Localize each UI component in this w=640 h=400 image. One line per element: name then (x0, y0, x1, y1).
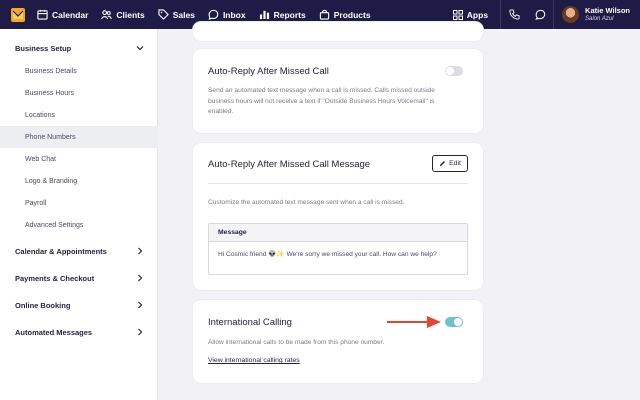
sidebar-section-payments-checkout[interactable]: Payments & Checkout (0, 265, 158, 292)
chat-icon (534, 9, 545, 20)
apps-button[interactable]: Apps (452, 9, 500, 20)
sidebar-item-label: Payroll (25, 199, 47, 207)
sidebar-item-label: Business Details (25, 67, 77, 75)
nav-reports-label: Reports (273, 9, 306, 20)
international-calling-card: International Calling Allow internationa… (193, 300, 483, 383)
sidebar-item-business-hours[interactable]: Business Hours (0, 82, 158, 104)
reports-icon (259, 10, 269, 20)
phone-icon (509, 9, 520, 20)
sidebar-item-label: Logo & Branding (25, 177, 78, 185)
sidebar-item-advanced-settings[interactable]: Advanced Settings (0, 214, 158, 236)
sidebar-item-label: Locations (25, 111, 55, 119)
nav-sales-label: Sales (172, 9, 195, 20)
user-info: Katie Wilson Salon Azul (585, 6, 630, 24)
sidebar-item-business-details[interactable]: Business Details (0, 60, 158, 82)
chevron-right-icon (138, 274, 143, 282)
sidebar-item-label: Web Chat (25, 155, 56, 163)
auto-reply-desc-line: Send an automated text message when a ca… (208, 87, 435, 94)
app-logo-icon[interactable] (11, 7, 25, 22)
auto-reply-message-card: Auto-Reply After Missed Call Message Edi… (193, 143, 483, 290)
auto-reply-title: Auto-Reply After Missed Call (208, 66, 329, 77)
sales-tag-icon (158, 9, 169, 20)
pencil-icon (440, 161, 446, 167)
chevron-right-icon (138, 247, 143, 255)
nav-products-label: Products (333, 9, 371, 20)
auto-reply-card: Auto-Reply After Missed Call Send an aut… (193, 49, 483, 133)
sidebar-item-label: Business Hours (25, 89, 75, 97)
inbox-icon (208, 9, 219, 20)
chevron-down-icon (136, 46, 144, 51)
chat-button[interactable] (527, 0, 553, 29)
sidebar-section-label: Online Booking (15, 301, 71, 310)
user-name: Katie Wilson (585, 5, 630, 15)
user-business: Salon Azul (585, 15, 614, 22)
nav-calendar-label: Calendar (52, 9, 89, 20)
annotation-arrow-icon (387, 316, 441, 328)
edit-message-button[interactable]: Edit (432, 155, 468, 172)
nav-inbox-label: Inbox (222, 9, 246, 20)
apps-label: Apps (466, 9, 489, 20)
sidebar-section-online-booking[interactable]: Online Booking (0, 292, 158, 319)
sidebar-item-label: Advanced Settings (25, 221, 84, 229)
nav-inbox[interactable]: Inbox (208, 9, 246, 20)
sidebar-section-calendar-appointments[interactable]: Calendar & Appointments (0, 238, 158, 265)
nav-clients-label: Clients (116, 9, 145, 20)
phone-button[interactable] (501, 0, 527, 29)
previous-settings-card (193, 22, 483, 41)
settings-sidebar: Business Setup Business Details Business… (0, 29, 158, 400)
nav-sales[interactable]: Sales (158, 9, 195, 20)
international-calling-description: Allow international calls to be made fro… (208, 339, 385, 346)
toggle-knob (446, 67, 454, 75)
sidebar-section-label: Business Setup (15, 44, 72, 53)
avatar (562, 6, 580, 23)
chevron-right-icon (138, 328, 143, 336)
sidebar-item-locations[interactable]: Locations (0, 104, 158, 126)
nav-reports[interactable]: Reports (259, 9, 306, 20)
sidebar-section-automated-messages[interactable]: Automated Messages (0, 319, 158, 346)
auto-reply-description: Send an automated text message when a ca… (208, 86, 435, 118)
message-header: Message (209, 224, 467, 242)
calling-rates-link[interactable]: View international calling rates (208, 357, 300, 364)
sidebar-item-label: Phone Numbers (25, 133, 76, 141)
auto-reply-message-title: Auto-Reply After Missed Call Message (208, 159, 371, 170)
sidebar-section-label: Calendar & Appointments (15, 247, 107, 256)
sidebar-item-phone-numbers[interactable]: Phone Numbers (0, 126, 158, 148)
auto-reply-message-description: Customize the automated text message sen… (208, 199, 405, 206)
edit-label: Edit (449, 160, 461, 167)
sidebar-section-label: Payments & Checkout (15, 274, 95, 283)
nav-products[interactable]: Products (319, 9, 371, 20)
message-body: Hi Cosmic friend 👽✨ We're sorry we misse… (218, 251, 437, 258)
international-calling-title: International Calling (208, 317, 292, 328)
sidebar-item-payroll[interactable]: Payroll (0, 192, 158, 214)
sidebar-item-web-chat[interactable]: Web Chat (0, 148, 158, 170)
products-bag-icon (319, 9, 329, 20)
sidebar-section-label: Automated Messages (15, 328, 93, 337)
auto-reply-toggle[interactable] (445, 66, 463, 76)
sidebar-item-logo-branding[interactable]: Logo & Branding (0, 170, 158, 192)
clients-icon (101, 10, 113, 20)
sidebar-section-business-setup[interactable]: Business Setup (0, 35, 158, 62)
apps-grid-icon (452, 9, 463, 20)
auto-reply-desc-line: enabled. (208, 108, 234, 115)
calendar-icon (37, 9, 48, 20)
message-preview-box: Message Hi Cosmic friend 👽✨ We're sorry … (208, 223, 468, 275)
nav-clients[interactable]: Clients (101, 9, 145, 20)
chevron-right-icon (138, 301, 143, 309)
card-divider (208, 183, 468, 184)
nav-calendar[interactable]: Calendar (37, 9, 88, 20)
toggle-knob (454, 318, 462, 326)
international-calling-toggle[interactable] (445, 317, 463, 327)
user-menu[interactable]: Katie Wilson Salon Azul (554, 0, 640, 29)
auto-reply-desc-line: business hours will not receive a text i… (208, 97, 435, 105)
